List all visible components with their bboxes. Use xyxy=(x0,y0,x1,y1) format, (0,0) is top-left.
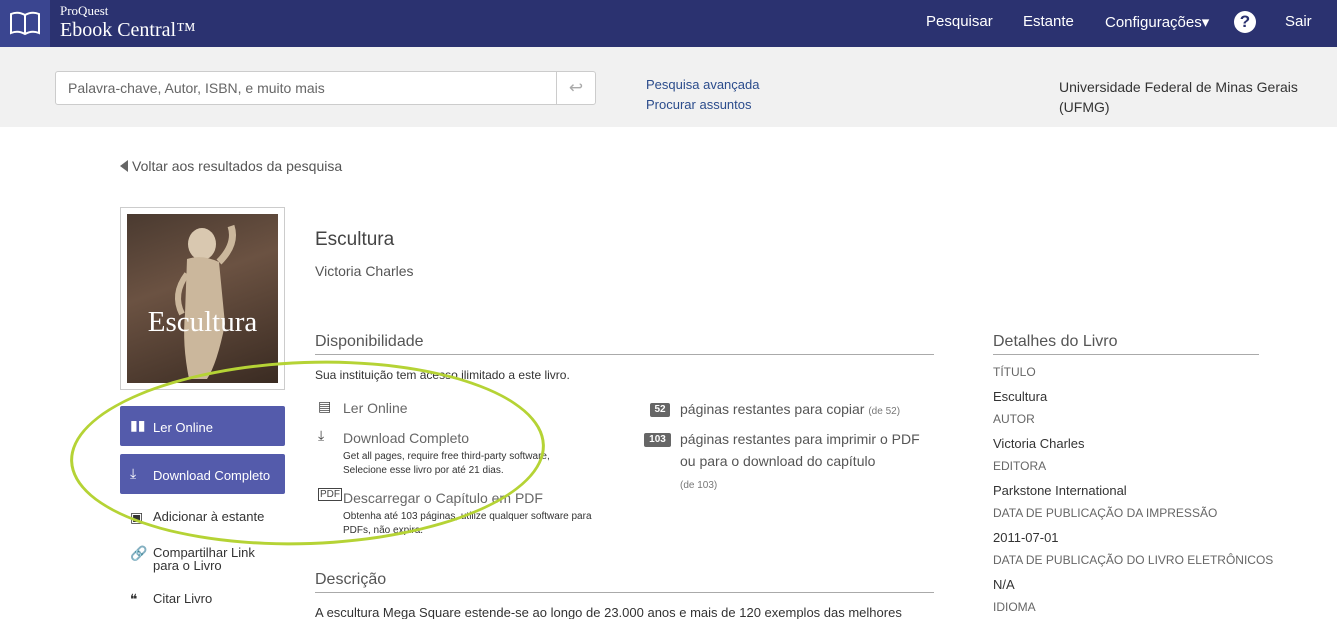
quote-icon: ❝ xyxy=(130,591,138,607)
download-full-option-link[interactable]: Download Completo xyxy=(343,430,469,446)
download-full-description: Get all pages, require free third-party … xyxy=(343,451,550,476)
copy-pages-label: páginas restantes para copiar xyxy=(680,401,865,417)
availability-heading: Disponibilidade xyxy=(315,333,934,355)
book-title: Escultura xyxy=(315,229,395,250)
brand-proquest[interactable]: ProQuest xyxy=(60,3,108,19)
nav-sair[interactable]: Sair xyxy=(1285,13,1312,30)
book-author[interactable]: Victoria Charles xyxy=(315,263,414,279)
detail-label-author: AUTOR xyxy=(993,412,1035,426)
download-icon: ⤓ xyxy=(130,465,137,481)
copy-pages-total: (de 52) xyxy=(868,406,901,417)
print-pages-total: (de 103) xyxy=(680,480,718,491)
nav-pesquisar[interactable]: Pesquisar xyxy=(926,13,993,30)
copy-pages-text: páginas restantes para copiar (de 52) xyxy=(680,398,940,423)
detail-label-print-date: DATA DE PUBLICAÇÃO DA IMPRESSÃO xyxy=(993,506,1218,520)
browse-subjects-link[interactable]: Procurar assuntos xyxy=(646,97,752,112)
print-count-badge: 103 xyxy=(644,433,671,447)
detail-value-author[interactable]: Victoria Charles xyxy=(993,436,1085,451)
top-nav-bar: ProQuest Ebook Central™ Pesquisar Estant… xyxy=(0,0,1337,47)
detail-value-publisher: Parkstone International xyxy=(993,483,1127,498)
detail-value-ebook-date: N/A xyxy=(993,577,1015,592)
cover-title: Escultura xyxy=(147,306,258,338)
availability-note: Sua instituição tem acesso ilimitado a e… xyxy=(315,368,570,382)
search-input[interactable] xyxy=(55,71,557,105)
advanced-search-link[interactable]: Pesquisa avançada xyxy=(646,77,759,92)
book-open-icon: ▮▮ xyxy=(130,417,146,433)
detail-value-print-date: 2011-07-01 xyxy=(993,530,1059,545)
search-submit-icon[interactable]: ↩ xyxy=(556,71,596,105)
book-open-icon: ▤ xyxy=(318,398,332,414)
download-full-label: Download Completo xyxy=(153,468,271,483)
arrow-left-icon xyxy=(120,160,128,172)
read-online-button[interactable]: ▮▮ Ler Online xyxy=(120,406,285,446)
print-pages-label: páginas restantes para imprimir o PDF ou… xyxy=(680,431,920,469)
cover-image: Escultura xyxy=(127,214,278,383)
institution-name: Universidade Federal de Minas Gerais (UF… xyxy=(1059,79,1298,115)
download-full-button[interactable]: ⤓ Download Completo xyxy=(120,454,285,494)
nav-configuracoes-dropdown[interactable]: Configurações▾ xyxy=(1105,13,1209,31)
detail-value-title: Escultura xyxy=(993,389,1048,404)
chapter-pdf-description: Obtenha até 103 páginas, utilize qualque… xyxy=(343,511,592,536)
bookshelf-icon: ▣ xyxy=(130,509,144,525)
description-heading: Descrição xyxy=(315,571,934,593)
share-link-label: Compartilhar Link para o Livro xyxy=(153,545,255,573)
chapter-pdf-option-link[interactable]: Descarregar o Capítulo em PDF xyxy=(343,490,543,506)
book-details-heading: Detalhes do Livro xyxy=(993,333,1259,355)
print-pages-text: páginas restantes para imprimir o PDF ou… xyxy=(680,428,930,497)
detail-label-publisher: EDITORA xyxy=(993,459,1047,473)
copy-count-badge: 52 xyxy=(650,403,670,417)
description-text: A escultura Mega Square estende-se ao lo… xyxy=(315,605,902,619)
search-band: ↩ Pesquisa avançada Procurar assuntos Un… xyxy=(0,47,1337,127)
read-online-option-link[interactable]: Ler Online xyxy=(343,400,408,416)
read-online-label: Ler Online xyxy=(153,420,213,435)
add-shelf-label: Adicionar à estante xyxy=(153,509,265,524)
cite-label: Citar Livro xyxy=(153,591,213,606)
pdf-file-icon: PDF xyxy=(318,488,342,501)
open-book-logo-icon[interactable] xyxy=(0,0,50,47)
brand-ebook-central[interactable]: Ebook Central™ xyxy=(60,19,196,42)
nav-estante[interactable]: Estante xyxy=(1023,13,1074,30)
download-icon: ⤓ xyxy=(318,427,325,443)
help-icon[interactable]: ? xyxy=(1234,11,1256,33)
detail-label-title: TÍTULO xyxy=(993,365,1036,379)
book-cover[interactable]: Escultura xyxy=(120,207,285,390)
detail-label-ebook-date: DATA DE PUBLICAÇÃO DO LIVRO ELETRÔNICOS xyxy=(993,553,1274,567)
back-to-results-link[interactable]: Voltar aos resultados da pesquisa xyxy=(120,158,342,174)
link-icon: 🔗 xyxy=(130,545,148,561)
back-link-label: Voltar aos resultados da pesquisa xyxy=(132,158,343,174)
detail-label-language: IDIOMA xyxy=(993,600,1036,614)
